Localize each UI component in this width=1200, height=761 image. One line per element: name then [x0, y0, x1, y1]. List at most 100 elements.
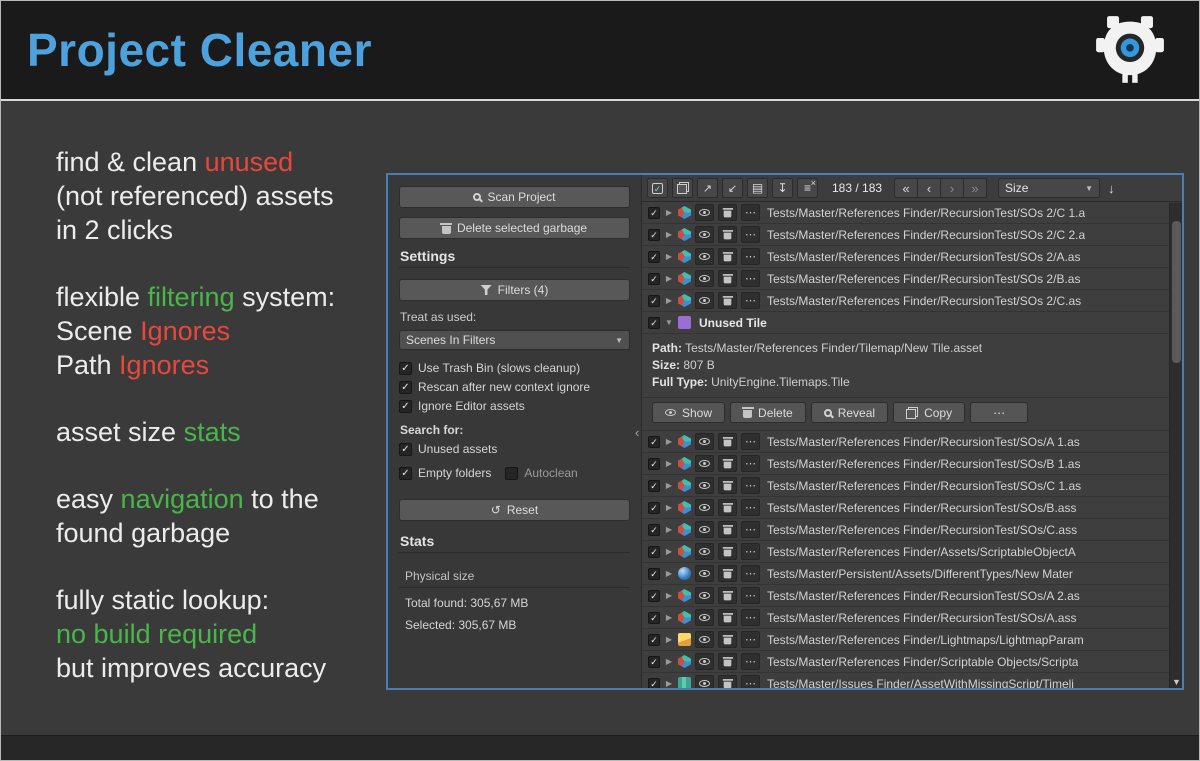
asset-row[interactable]: ✓▶⋯Tests/Master/References Finder/Recurs… [642, 585, 1169, 607]
delete-asset-button[interactable] [718, 270, 737, 287]
asset-row[interactable]: ✓▶⋯Tests/Master/References Finder/Recurs… [642, 224, 1169, 246]
autoclean-checkbox[interactable] [505, 467, 518, 480]
scrollbar[interactable]: ▼ [1169, 203, 1182, 688]
more-button[interactable]: ⋯ [970, 402, 1028, 423]
asset-row[interactable]: ✓▶⋯Tests/Master/Persistent/Assets/Differ… [642, 563, 1169, 585]
delete-asset-button[interactable] [718, 477, 737, 494]
expand-row-icon[interactable]: ▶ [664, 547, 674, 556]
show-asset-button[interactable] [695, 499, 714, 516]
show-asset-button[interactable] [695, 675, 714, 688]
asset-row[interactable]: ✓▶⋯Tests/Master/References Finder/Recurs… [642, 202, 1169, 224]
asset-row[interactable]: ✓▶⋯Tests/Master/References Finder/Recurs… [642, 453, 1169, 475]
scan-project-button[interactable]: Scan Project [399, 186, 630, 208]
show-asset-button[interactable] [695, 204, 714, 221]
ignore-editor-checkbox[interactable]: ✓ [399, 400, 412, 413]
delete-asset-button[interactable] [718, 433, 737, 450]
show-asset-button[interactable] [695, 587, 714, 604]
delete-asset-button[interactable] [718, 204, 737, 221]
unused-assets-checkbox[interactable]: ✓ [399, 443, 412, 456]
sort-field-dropdown[interactable]: Size▼ [998, 178, 1100, 198]
asset-row[interactable]: ✓▶⋯Tests/Master/References Finder/Recurs… [642, 607, 1169, 629]
show-asset-button[interactable] [695, 565, 714, 582]
row-checkbox[interactable]: ✓ [648, 634, 660, 646]
show-asset-button[interactable] [695, 270, 714, 287]
more-actions-button[interactable]: ⋯ [741, 270, 760, 287]
expand-row-icon[interactable]: ▶ [664, 635, 674, 644]
row-checkbox[interactable]: ✓ [648, 524, 660, 536]
select-all-button[interactable]: ✓ [647, 178, 668, 198]
asset-row[interactable]: ✓▶⋯Tests/Master/Issues Finder/AssetWithM… [642, 673, 1169, 688]
expand-row-icon[interactable]: ▶ [664, 274, 674, 283]
row-checkbox[interactable]: ✓ [648, 678, 660, 689]
row-checkbox[interactable]: ✓ [648, 612, 660, 624]
row-checkbox[interactable]: ✓ [648, 229, 660, 241]
delete-asset-button[interactable] [718, 226, 737, 243]
expand-row-icon[interactable]: ▶ [664, 459, 674, 468]
export-button[interactable]: ↧ [772, 178, 793, 198]
row-checkbox[interactable]: ✓ [648, 458, 660, 470]
sort-direction-button[interactable]: ↓ [1108, 181, 1115, 196]
delete-asset-button[interactable] [718, 543, 737, 560]
row-checkbox[interactable]: ✓ [648, 207, 660, 219]
next-page-button[interactable]: › [940, 178, 964, 198]
delete-asset-button[interactable] [718, 675, 737, 688]
delete-asset-button[interactable] [718, 631, 737, 648]
more-actions-button[interactable]: ⋯ [741, 631, 760, 648]
panel-splitter-handle[interactable]: ‹ [635, 425, 639, 440]
row-checkbox[interactable]: ✓ [648, 568, 660, 580]
use-trash-bin-checkbox[interactable]: ✓ [399, 362, 412, 375]
more-actions-button[interactable]: ⋯ [741, 565, 760, 582]
expand-row-icon[interactable]: ▶ [664, 591, 674, 600]
asset-row[interactable]: ✓▶⋯Tests/Master/References Finder/Recurs… [642, 290, 1169, 312]
copy-button[interactable]: Copy [893, 402, 965, 423]
asset-row[interactable]: ✓▶⋯Tests/Master/References Finder/Script… [642, 651, 1169, 673]
delete-asset-button[interactable] [718, 609, 737, 626]
delete-asset-button[interactable] [718, 248, 737, 265]
more-actions-button[interactable]: ⋯ [741, 477, 760, 494]
expand-row-icon[interactable]: ▶ [664, 679, 674, 688]
expand-all-button[interactable]: ↗ [697, 178, 718, 198]
treat-as-used-dropdown[interactable]: Scenes In Filters▼ [399, 330, 630, 350]
asset-row[interactable]: ✓▶⋯Tests/Master/References Finder/Recurs… [642, 268, 1169, 290]
scroll-down-button[interactable]: ▼ [1170, 677, 1182, 687]
row-checkbox[interactable]: ✓ [648, 317, 660, 329]
delete-selected-garbage-button[interactable]: Delete selected garbage [399, 217, 630, 239]
more-actions-button[interactable]: ⋯ [741, 675, 760, 688]
rescan-checkbox[interactable]: ✓ [399, 381, 412, 394]
asset-row[interactable]: ✓▶⋯Tests/Master/References Finder/Recurs… [642, 497, 1169, 519]
more-actions-button[interactable]: ⋯ [741, 292, 760, 309]
report-button[interactable]: ▤ [747, 178, 768, 198]
show-asset-button[interactable] [695, 653, 714, 670]
show-asset-button[interactable] [695, 543, 714, 560]
more-actions-button[interactable]: ⋯ [741, 653, 760, 670]
expand-row-icon[interactable]: ▶ [664, 525, 674, 534]
row-checkbox[interactable]: ✓ [648, 480, 660, 492]
show-asset-button[interactable] [695, 455, 714, 472]
previous-page-button[interactable]: ‹ [917, 178, 941, 198]
expand-row-icon[interactable]: ▶ [664, 503, 674, 512]
reveal-button[interactable]: Reveal [811, 402, 888, 423]
more-actions-button[interactable]: ⋯ [741, 521, 760, 538]
show-button[interactable]: Show [652, 402, 725, 423]
row-checkbox[interactable]: ✓ [648, 295, 660, 307]
empty-folders-checkbox[interactable]: ✓ [399, 467, 412, 480]
asset-row[interactable]: ✓▶⋯Tests/Master/References Finder/Recurs… [642, 431, 1169, 453]
scrollbar-thumb[interactable] [1172, 221, 1181, 363]
reset-button[interactable]: ↺Reset [399, 499, 630, 521]
delete-asset-button[interactable] [718, 653, 737, 670]
delete-asset-button[interactable] [718, 455, 737, 472]
expanded-asset-row[interactable]: ✓▼Unused Tile [642, 312, 1169, 334]
last-page-button[interactable]: » [963, 178, 987, 198]
delete-asset-button[interactable] [718, 499, 737, 516]
asset-row[interactable]: ✓▶⋯Tests/Master/References Finder/Recurs… [642, 246, 1169, 268]
delete-asset-button[interactable] [718, 292, 737, 309]
more-actions-button[interactable]: ⋯ [741, 587, 760, 604]
delete-button[interactable]: Delete [730, 402, 806, 423]
show-asset-button[interactable] [695, 477, 714, 494]
show-asset-button[interactable] [695, 292, 714, 309]
show-asset-button[interactable] [695, 433, 714, 450]
asset-row[interactable]: ✓▶⋯Tests/Master/References Finder/Lightm… [642, 629, 1169, 651]
row-checkbox[interactable]: ✓ [648, 590, 660, 602]
show-asset-button[interactable] [695, 248, 714, 265]
more-actions-button[interactable]: ⋯ [741, 609, 760, 626]
